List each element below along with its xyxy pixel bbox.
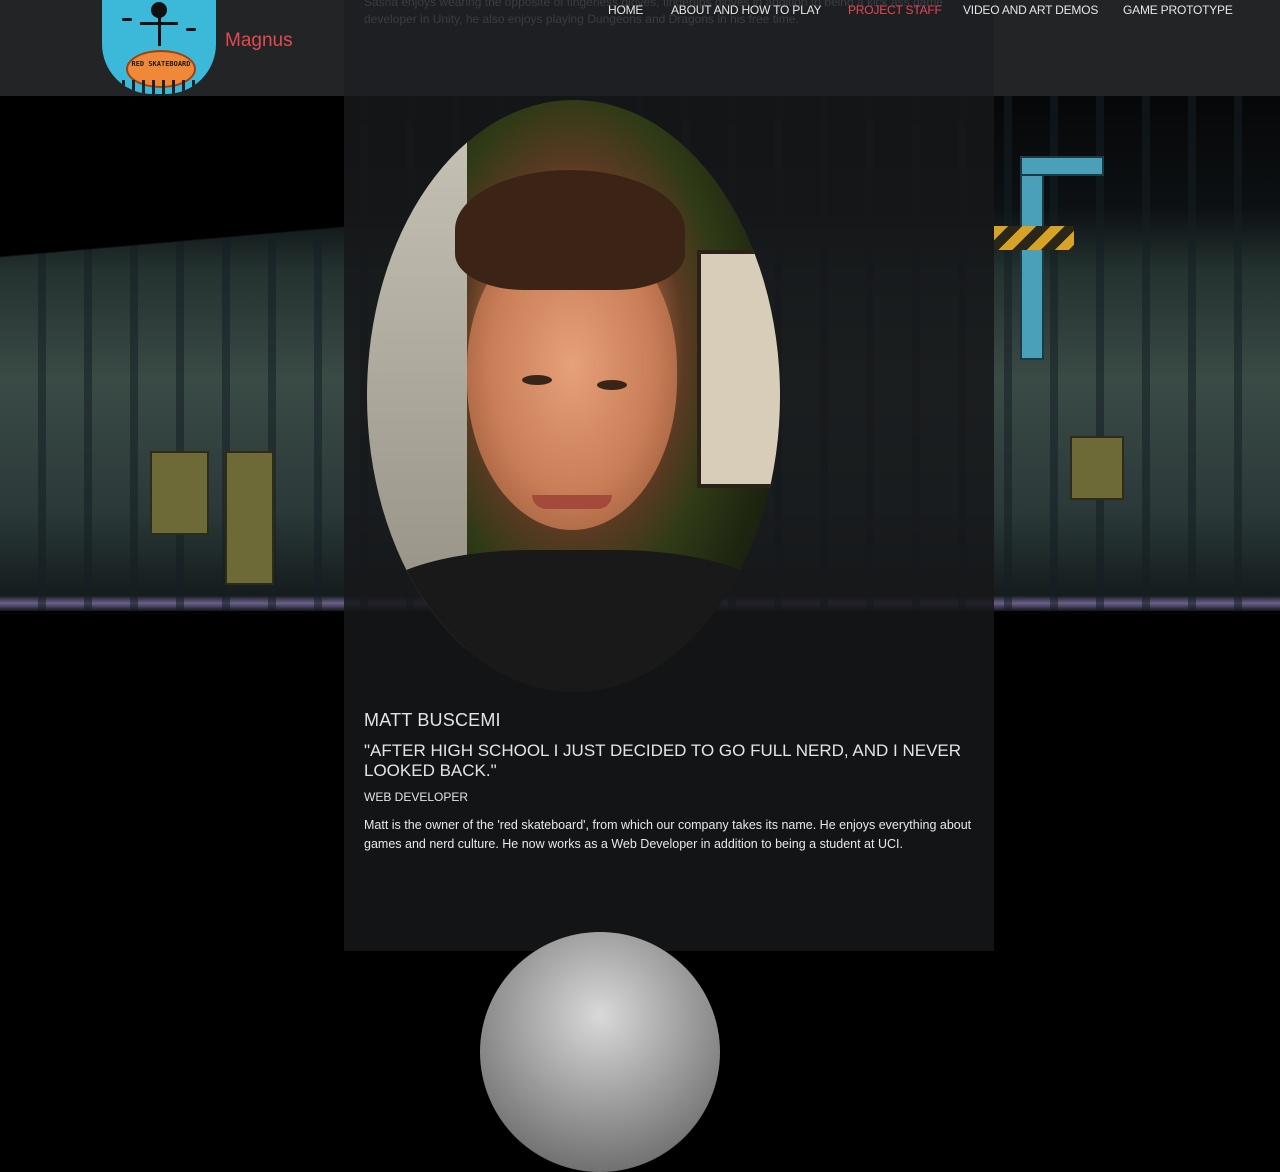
railing-icon bbox=[102, 80, 216, 94]
brand-name[interactable]: Magnus bbox=[225, 30, 293, 52]
scene-hazard-stripe bbox=[994, 226, 1074, 250]
nav-about-how-to-play[interactable]: ABOUT AND HOW TO PLAY bbox=[671, 3, 821, 17]
nav-game-prototype[interactable]: GAME PROTOTYPE bbox=[1123, 3, 1233, 17]
staff-role: WEB DEVELOPER bbox=[364, 790, 469, 804]
nav-video-art-demos[interactable]: VIDEO AND ART DEMOS bbox=[963, 3, 1098, 17]
nav-home[interactable]: HOME bbox=[608, 3, 643, 17]
staff-name: MATT BUSCEMI bbox=[364, 710, 501, 730]
staff-quote: "AFTER HIGH SCHOOL I JUST DECIDED TO GO … bbox=[364, 741, 962, 780]
next-staff-portrait bbox=[480, 932, 720, 1172]
main-nav: HOME ABOUT AND HOW TO PLAY PROJECT STAFF… bbox=[0, 3, 1280, 23]
nav-project-staff[interactable]: PROJECT STAFF bbox=[848, 3, 942, 17]
portrait-picture-frame bbox=[697, 250, 780, 488]
portrait-eye bbox=[597, 380, 627, 390]
scene-pipe bbox=[1020, 156, 1104, 176]
scene-ceiling bbox=[0, 96, 344, 211]
portrait-mouth bbox=[532, 495, 612, 509]
portrait-eye bbox=[522, 375, 552, 385]
scene-crate bbox=[225, 451, 274, 585]
staff-bio: Matt is the owner of the 'red skateboard… bbox=[364, 818, 972, 851]
scene-crate bbox=[1070, 436, 1124, 500]
scene-slope bbox=[0, 211, 344, 271]
portrait-shirt bbox=[367, 550, 780, 692]
scene-pipe bbox=[1020, 156, 1044, 360]
bird-icon bbox=[186, 28, 196, 31]
staff-portrait bbox=[367, 100, 780, 692]
portrait-hair bbox=[455, 170, 685, 290]
scene-crate bbox=[150, 451, 209, 535]
logo-text: RED SKATEBOARD bbox=[131, 60, 191, 68]
